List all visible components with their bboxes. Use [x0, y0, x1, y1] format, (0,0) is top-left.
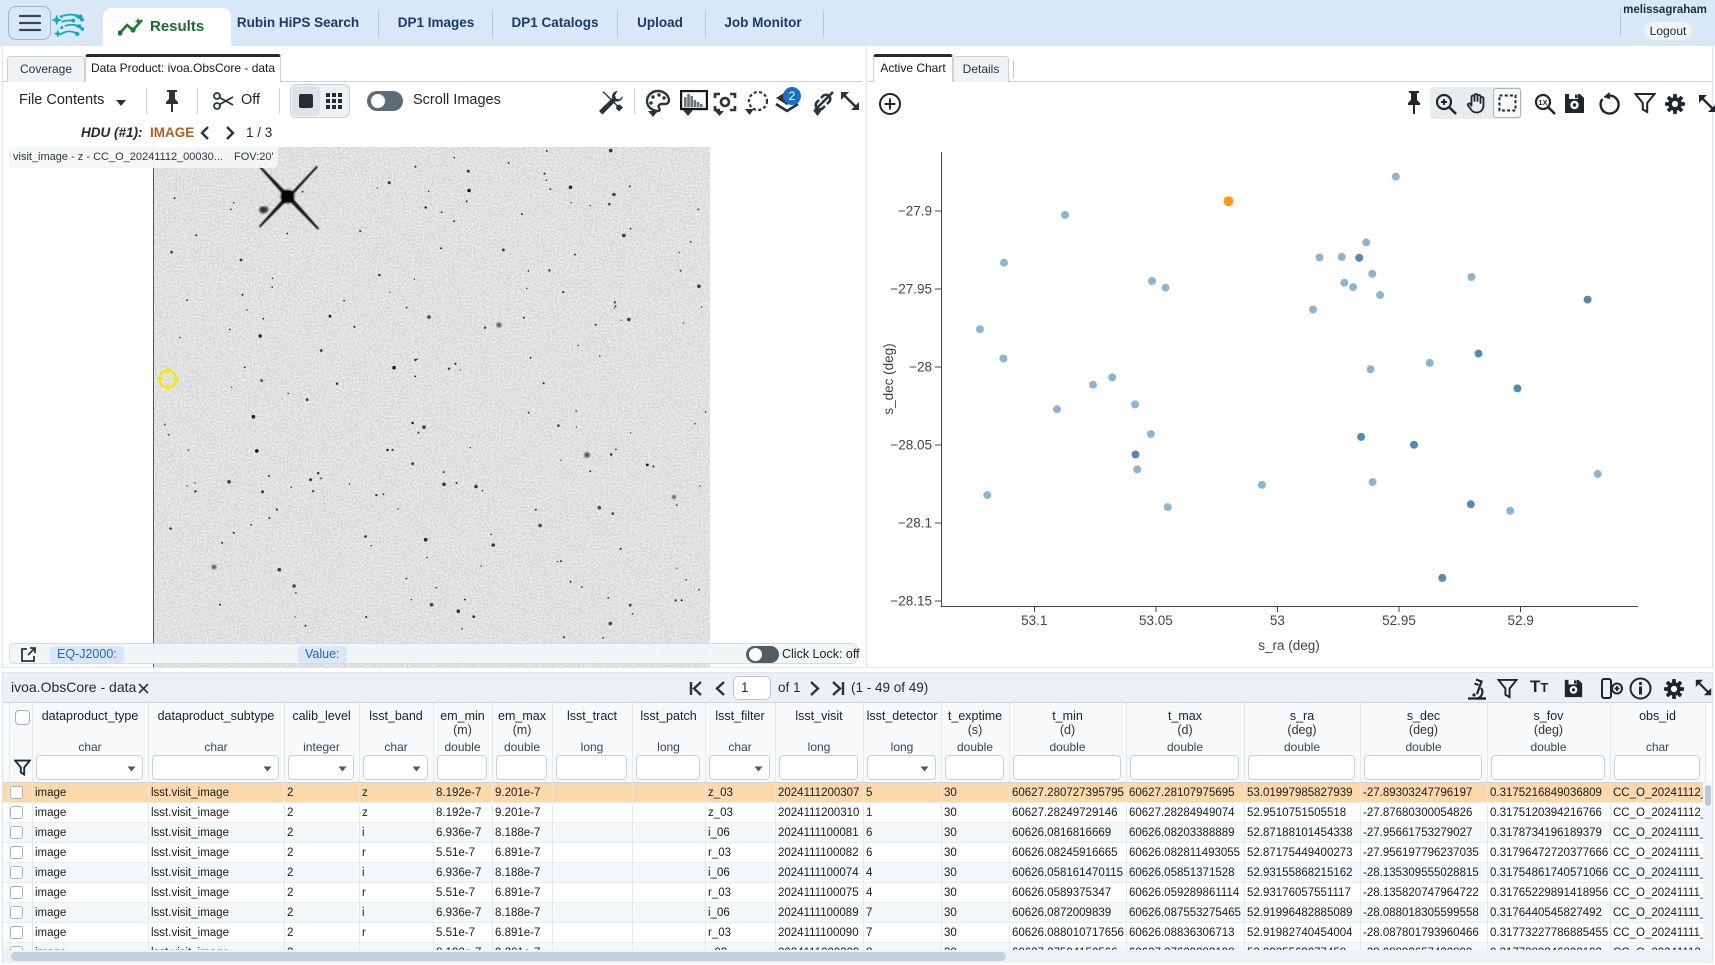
svg-text:−28.05: −28.05: [890, 437, 932, 452]
svg-text:−27.95: −27.95: [890, 281, 932, 296]
svg-text:−28.15: −28.15: [890, 593, 932, 608]
svg-text:−28.1: −28.1: [898, 515, 932, 530]
svg-text:52.95: 52.95: [1382, 613, 1416, 628]
svg-text:s_dec (deg): s_dec (deg): [881, 343, 896, 414]
svg-text:53.05: 53.05: [1139, 613, 1173, 628]
svg-text:53: 53: [1270, 613, 1285, 628]
svg-text:52.9: 52.9: [1507, 613, 1533, 628]
svg-text:−27.9: −27.9: [898, 203, 932, 218]
svg-text:53.1: 53.1: [1021, 613, 1047, 628]
svg-text:−28: −28: [909, 359, 932, 374]
svg-text:1X: 1X: [1538, 98, 1547, 107]
svg-text:s_ra (deg): s_ra (deg): [1258, 638, 1320, 653]
